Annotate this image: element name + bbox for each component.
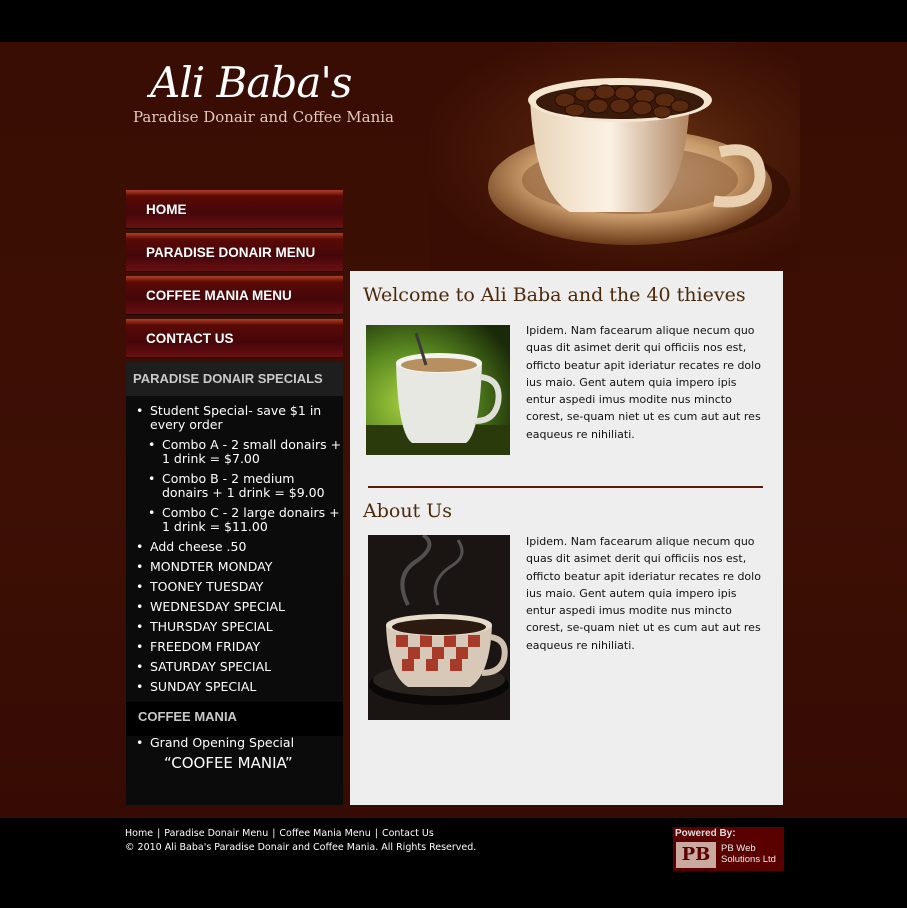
donair-specials-list: Student Special- save $1 in every order …	[126, 396, 343, 695]
powered-by-company-line-2: Solutions Ltd	[721, 854, 776, 865]
powered-by-label: Powered By:	[675, 828, 736, 839]
content-panel: Welcome to Ali Baba and the 40 thieves I…	[350, 271, 783, 805]
nav-paradise-donair-menu-label: PARADISE DONAIR MENU	[146, 245, 316, 260]
list-item: SATURDAY SPECIAL	[126, 660, 343, 675]
nav-coffee-mania-menu-label: COFFEE MANIA MENU	[146, 288, 292, 303]
copyright: © 2010 Ali Baba's Paradise Donair and Co…	[125, 842, 477, 853]
about-heading: About Us	[363, 500, 452, 522]
powered-by-company-line-1: PB Web	[721, 843, 756, 854]
steaming-cup-image	[368, 535, 510, 720]
list-item: Combo C - 2 large donairs + 1 drink = $1…	[126, 506, 343, 534]
footer-link-paradise-donair-menu[interactable]: Paradise Donair Menu	[164, 828, 268, 839]
list-item: THURSDAY SPECIAL	[126, 620, 343, 635]
list-item: TOONEY TUESDAY	[126, 580, 343, 595]
section-divider	[368, 486, 763, 488]
powered-by-company: PB Web Solutions Ltd	[721, 843, 776, 865]
coffee-mania-list: Grand Opening Special	[126, 736, 343, 751]
site-tagline: Paradise Donair and Coffee Mania	[133, 108, 394, 126]
list-item: MONDTER MONDAY	[126, 560, 343, 575]
pb-logo-icon: PB	[676, 842, 716, 868]
list-item: SUNDAY SPECIAL	[126, 680, 343, 695]
site-logo[interactable]: Ali Baba's	[150, 58, 352, 107]
footer-links: Home | Paradise Donair Menu | Coffee Mania M…	[125, 828, 434, 839]
hero-coffee-image	[430, 42, 800, 272]
footer-link-home[interactable]: Home	[125, 828, 153, 839]
list-item: FREEDOM FRIDAY	[126, 640, 343, 655]
nav-contact-us-label: CONTACT US	[146, 331, 234, 346]
footer-separator: |	[272, 828, 276, 839]
welcome-heading: Welcome to Ali Baba and the 40 thieves	[363, 284, 746, 306]
coffee-mania-heading: COFFEE MANIA	[126, 702, 343, 736]
welcome-text: Ipidem. Nam facearum alique necum quo qu…	[526, 324, 761, 441]
nav-contact-us[interactable]: CONTACT US	[126, 319, 343, 358]
nav-home[interactable]: HOME	[126, 190, 343, 229]
powered-by-badge[interactable]: Powered By: PB PB Web Solutions Ltd	[673, 827, 784, 871]
donair-specials-heading: PARADISE DONAIR SPECIALS	[126, 362, 343, 396]
coffee-cup-illustration	[488, 78, 790, 245]
coffee-mug-image	[366, 325, 510, 455]
page: Ali Baba's Paradise Donair and Coffee Ma…	[0, 0, 907, 908]
footer-link-contact-us[interactable]: Contact Us	[382, 828, 434, 839]
list-item: Add cheese .50	[126, 540, 343, 555]
nav-coffee-mania-menu[interactable]: COFFEE MANIA MENU	[126, 276, 343, 315]
list-item: Combo A - 2 small donairs + 1 drink = $7…	[126, 438, 343, 466]
top-bar	[0, 0, 907, 42]
list-item: WEDNESDAY SPECIAL	[126, 600, 343, 615]
list-item: Grand Opening Special	[126, 736, 343, 751]
coffee-mug-photo	[366, 325, 510, 455]
coffee-mania-name: “COOFEE MANIA”	[164, 754, 293, 772]
list-item: Combo B - 2 medium donairs + 1 drink = $…	[126, 472, 343, 500]
footer-separator: |	[157, 828, 161, 839]
footer-separator: |	[374, 828, 378, 839]
nav-home-label: HOME	[146, 202, 187, 217]
list-item: Student Special- save $1 in every order	[126, 404, 343, 432]
steaming-cup-photo	[368, 535, 510, 720]
about-text: Ipidem. Nam facearum alique necum quo qu…	[526, 535, 761, 652]
sidebar: PARADISE DONAIR SPECIALS Student Special…	[126, 362, 343, 805]
main-nav: HOME PARADISE DONAIR MENU COFFEE MANIA M…	[126, 190, 343, 362]
footer-link-coffee-mania-menu[interactable]: Coffee Mania Menu	[279, 828, 370, 839]
nav-paradise-donair-menu[interactable]: PARADISE DONAIR MENU	[126, 233, 343, 272]
